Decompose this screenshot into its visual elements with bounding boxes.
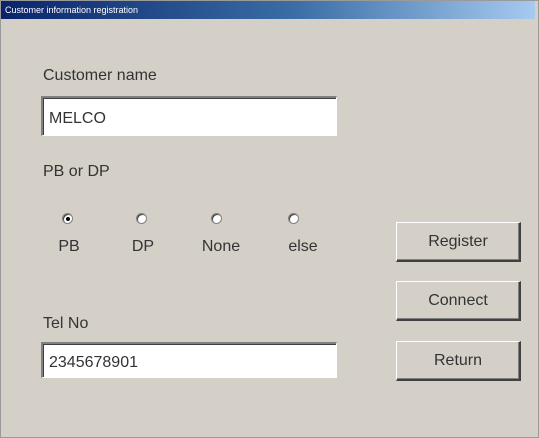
radio-none[interactable] xyxy=(211,213,222,224)
radio-none-label: None xyxy=(201,238,241,255)
radio-else-label: else xyxy=(288,238,318,255)
radio-dp[interactable] xyxy=(136,213,147,224)
tel-no-label: Tel No xyxy=(43,315,89,332)
registration-window: Customer information registration Custom… xyxy=(0,0,539,438)
customer-name-label: Customer name xyxy=(43,67,157,84)
radio-pb[interactable] xyxy=(62,213,73,224)
radio-dp-label: DP xyxy=(131,238,155,255)
return-button[interactable]: Return xyxy=(396,341,521,381)
pb-or-dp-label: PB or DP xyxy=(43,163,110,180)
register-button[interactable]: Register xyxy=(396,222,521,262)
connect-button[interactable]: Connect xyxy=(396,281,521,321)
tel-no-input[interactable] xyxy=(41,342,337,378)
radio-pb-label: PB xyxy=(58,238,80,255)
customer-name-input[interactable] xyxy=(41,96,337,136)
window-title: Customer information registration xyxy=(1,1,535,19)
radio-else[interactable] xyxy=(288,213,299,224)
